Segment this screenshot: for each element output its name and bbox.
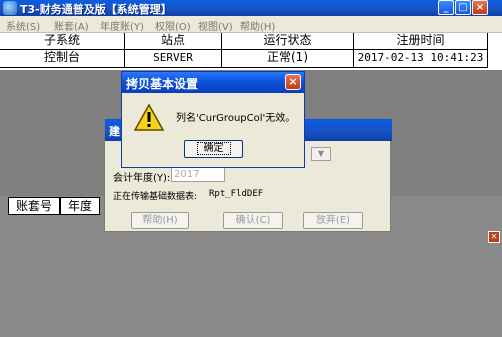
transfer-status-value: Rpt_FldDEF: [209, 189, 264, 199]
header-subsystem[interactable]: 子系统: [0, 33, 125, 50]
header-run-status[interactable]: 运行状态: [222, 33, 354, 50]
header-site[interactable]: 站点: [125, 33, 222, 50]
copy-settings-modal: 拷贝基本设置 × 列名'CurGroupCol'无效。 确定: [121, 71, 305, 168]
close-button[interactable]: ×: [472, 0, 488, 15]
fiscal-year-input[interactable]: 2017: [171, 167, 225, 182]
help-button[interactable]: 帮助(H): [131, 212, 189, 229]
cell-subsystem[interactable]: 控制台: [0, 50, 125, 68]
fiscal-year-label: 会计年度(Y):: [113, 173, 171, 184]
header-year[interactable]: 年度: [60, 197, 100, 215]
menu-view[interactable]: 视图(V): [198, 18, 233, 33]
cancel-button[interactable]: 放弃(E): [303, 212, 363, 229]
warning-icon: [134, 104, 164, 131]
subsystem-table: 子系统 站点 运行状态 注册时间 控制台 SERVER 正常(1) 2017-0…: [0, 33, 502, 69]
confirm-button[interactable]: 确认(C): [223, 212, 283, 229]
cell-site[interactable]: SERVER: [125, 50, 222, 68]
ok-button-label: 确定: [196, 142, 231, 155]
modal-close-button[interactable]: ×: [285, 74, 301, 90]
ok-button[interactable]: 确定: [184, 140, 243, 158]
minimize-button[interactable]: _: [438, 0, 454, 15]
edge-close-icon[interactable]: ×: [488, 231, 500, 243]
header-register-time[interactable]: 注册时间: [354, 33, 488, 50]
app-icon: [3, 1, 17, 15]
menu-account-set[interactable]: 账套(A): [54, 18, 89, 33]
menu-help[interactable]: 帮助(H): [240, 18, 275, 33]
window-title: T3-财务通普及版【系统管理】: [20, 3, 172, 16]
menu-year-account[interactable]: 年度账(Y): [100, 18, 144, 33]
menubar: 系统(S) 账套(A) 年度账(Y) 权限(O) 视图(V) 帮助(H): [0, 16, 502, 33]
error-message: 列名'CurGroupCol'无效。: [176, 113, 296, 124]
maximize-button[interactable]: □: [455, 0, 471, 15]
menu-permission[interactable]: 权限(O): [155, 18, 191, 33]
menu-system[interactable]: 系统(S): [6, 18, 40, 33]
header-account-no[interactable]: 账套号: [8, 197, 60, 215]
transfer-status-label: 正在传输基础数据表:: [113, 192, 198, 202]
modal-title: 拷贝基本设置: [126, 77, 199, 91]
account-table-area: [0, 215, 502, 337]
dropdown-arrow-icon[interactable]: ▼: [311, 147, 331, 161]
cell-register-time[interactable]: 2017-02-13 10:41:23: [354, 50, 488, 68]
cell-run-status[interactable]: 正常(1): [222, 50, 354, 68]
create-account-dialog-title: 建: [109, 125, 120, 138]
